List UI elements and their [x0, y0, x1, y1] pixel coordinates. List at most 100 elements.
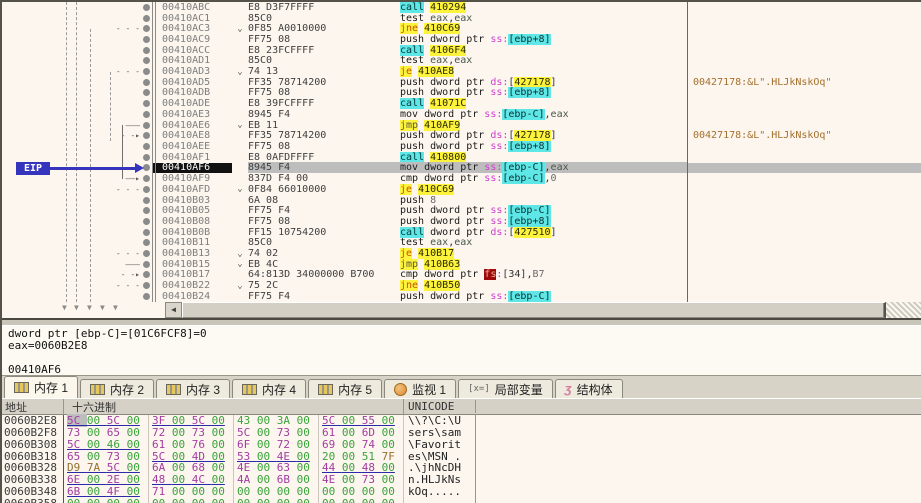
hex-byte[interactable]: 00 [212, 497, 225, 503]
disasm-row[interactable]: - - -00410AFD⌄0F84 66010000je 410C69 [2, 184, 921, 195]
breakpoint-dot[interactable] [143, 207, 150, 214]
tab-struct[interactable]: ʒ结构体 [555, 379, 623, 398]
breakpoint-dot[interactable] [143, 282, 150, 289]
hex-group[interactable]: 5C 00 55 00 [319, 415, 404, 427]
breakpoint-dot[interactable] [143, 239, 150, 246]
tab-locals[interactable]: [x=]局部变量 [458, 379, 553, 398]
disasm-row[interactable]: ———00410AE6⌄EB 11jmp 410AF9 [2, 120, 921, 131]
hex-group[interactable]: 5C 00 46 00 [64, 439, 149, 451]
dump-row[interactable]: 0060B3085C 00 46 0061 00 76 006F 00 72 0… [2, 439, 921, 451]
breakpoint-dot[interactable] [143, 47, 150, 54]
disasm-row[interactable]: - -▸00410B1764:813D 34000000 B700cmp dwo… [2, 270, 921, 281]
hex-byte[interactable]: 00 [257, 497, 277, 503]
hex-byte[interactable]: 00 [237, 497, 257, 503]
hex-group[interactable]: D9 7A 5C 00 [64, 462, 149, 474]
hex-group[interactable]: 3F 00 5C 00 [149, 415, 234, 427]
breakpoint-dot[interactable] [143, 164, 150, 171]
hex-byte[interactable]: 00 [87, 497, 107, 503]
breakpoint-dot[interactable] [143, 261, 150, 268]
disasm-row[interactable]: 00410AE38945 F4mov dword ptr ss:[ebp-C],… [2, 109, 921, 120]
dump-row[interactable]: 0060B31865 00 73 005C 00 4D 0053 00 4E 0… [2, 450, 921, 462]
hex-byte[interactable]: 00 [192, 497, 212, 503]
dump-panel[interactable]: 0060B2E85C 00 5C 003F 00 5C 0043 00 3A 0… [2, 415, 921, 503]
breakpoint-dot[interactable] [143, 197, 150, 204]
disasm-row[interactable]: 00410AF1E8 0AFDFFFFcall 410800 [2, 152, 921, 163]
breakpoint-dot[interactable] [143, 57, 150, 64]
hex-group[interactable]: 5C 00 5C 00 [64, 415, 149, 427]
hex-group[interactable]: 4E 00 73 00 [319, 474, 404, 486]
hex-group[interactable]: 00 00 00 00 [234, 486, 319, 498]
breakpoint-dot[interactable] [143, 4, 150, 11]
hex-group[interactable]: 5C 00 4D 00 [149, 450, 234, 462]
hex-group[interactable]: 4E 00 63 00 [234, 462, 319, 474]
hex-group[interactable]: 6B 00 4F 00 [64, 486, 149, 498]
disasm-row[interactable]: 00410ABCE8 D3F7FFFFcall 410294 [2, 2, 921, 13]
hex-group[interactable]: 48 00 4C 00 [149, 474, 234, 486]
h-scrollbar[interactable]: ▼ ▼ ▼ ▼ ▼ ◀ [2, 302, 921, 318]
hex-group[interactable]: 72 00 73 00 [149, 427, 234, 439]
breakpoint-dot[interactable] [143, 250, 150, 257]
hex-group[interactable]: 61 00 6D 00 [319, 427, 404, 439]
hex-byte[interactable]: 00 [382, 497, 395, 503]
disasm-row[interactable]: 00410B05FF75 F4push dword ptr ss:[ebp-C] [2, 205, 921, 216]
scroll-thumb[interactable] [182, 302, 886, 318]
tab-ram-3[interactable]: 内存 3 [156, 379, 230, 398]
disasm-row[interactable]: 00410B08FF75 08push dword ptr ss:[ebp+8] [2, 216, 921, 227]
disasm-row[interactable]: 00410B24FF75 F4push dword ptr ss:[ebp-C] [2, 291, 921, 302]
hex-group[interactable]: 6E 00 2E 00 [64, 474, 149, 486]
breakpoint-dot[interactable] [143, 229, 150, 236]
disasm-row[interactable]: 00410AC9FF75 08push dword ptr ss:[ebp+8] [2, 34, 921, 45]
disasm-row[interactable]: - -▸00410AE8FF35 78714200push dword ptr … [2, 130, 921, 141]
breakpoint-dot[interactable] [143, 25, 150, 32]
hex-group[interactable]: 00 00 00 00 [149, 497, 234, 503]
disasm-row[interactable]: ——▸00410AF9837D F4 00cmp dword ptr ss:[e… [2, 173, 921, 184]
disasm-row[interactable]: - - -00410B22⌄75 2Cjne 410B50 [2, 280, 921, 291]
hex-byte[interactable]: 00 [172, 497, 192, 503]
hex-group[interactable]: 00 00 00 00 [319, 486, 404, 498]
breakpoint-dot[interactable] [143, 68, 150, 75]
breakpoint-dot[interactable] [143, 143, 150, 150]
dump-row[interactable]: 0060B2E85C 00 5C 003F 00 5C 0043 00 3A 0… [2, 415, 921, 427]
disassembly-panel[interactable]: 00410ABCE8 D3F7FFFFcall 41029400410AC185… [2, 2, 921, 302]
hex-byte[interactable]: 00 [362, 497, 382, 503]
breakpoint-dot[interactable] [143, 132, 150, 139]
breakpoint-dot[interactable] [143, 175, 150, 182]
breakpoint-dot[interactable] [143, 271, 150, 278]
hex-byte[interactable]: 00 [67, 497, 87, 503]
hex-group[interactable]: 00 00 00 00 [319, 497, 404, 503]
hex-group[interactable]: 00 00 00 00 [64, 497, 149, 503]
dump-row[interactable]: 0060B3386E 00 2E 0048 00 4C 004A 00 6B 0… [2, 474, 921, 486]
disasm-row[interactable]: 00410B0BFF15 10754200call dword ptr ds:[… [2, 227, 921, 238]
breakpoint-dot[interactable] [143, 111, 150, 118]
dump-row[interactable]: 0060B2F873 00 65 0072 00 73 005C 00 73 0… [2, 427, 921, 439]
breakpoint-dot[interactable] [143, 186, 150, 193]
disasm-row[interactable]: - - -00410AC3⌄0F85 A0010000jne 410C69 [2, 23, 921, 34]
hex-byte[interactable]: 00 [322, 497, 342, 503]
disasm-row[interactable]: 00410B1185C0test eax,eax [2, 237, 921, 248]
hex-group[interactable]: 73 00 65 00 [64, 427, 149, 439]
breakpoint-dot[interactable] [143, 100, 150, 107]
disasm-row[interactable]: 00410ADEE8 39FCFFFFcall 41071C [2, 98, 921, 109]
disasm-row[interactable]: 00410AD5FF35 78714200push dword ptr ds:[… [2, 77, 921, 88]
hex-group[interactable]: 53 00 4E 00 [234, 450, 319, 462]
dump-row[interactable]: 0060B35800 00 00 0000 00 00 0000 00 00 0… [2, 497, 921, 503]
hex-group[interactable]: 43 00 3A 00 [234, 415, 319, 427]
hex-group[interactable]: 4A 00 6B 00 [234, 474, 319, 486]
hex-byte[interactable]: 00 [277, 497, 297, 503]
disasm-row[interactable]: 00410ACCE8 23FCFFFFcall 4106F4 [2, 45, 921, 56]
disasm-row[interactable]: 00410B036A 08push 8 [2, 195, 921, 206]
breakpoint-dot[interactable] [143, 122, 150, 129]
hex-group[interactable]: 71 00 00 00 [149, 486, 234, 498]
breakpoint-dot[interactable] [143, 79, 150, 86]
hex-group[interactable]: 44 00 48 00 [319, 462, 404, 474]
disasm-row[interactable]: 00410AEEFF75 08push dword ptr ss:[ebp+8] [2, 141, 921, 152]
dump-row[interactable]: 0060B3486B 00 4F 0071 00 00 0000 00 00 0… [2, 486, 921, 498]
hex-byte[interactable]: 00 [152, 497, 172, 503]
disasm-row[interactable]: 00410AD185C0test eax,eax [2, 56, 921, 67]
tab-ram-1[interactable]: 内存 1 [4, 376, 78, 398]
disasm-row[interactable]: - - -00410B13⌄74 02je 410B17 [2, 248, 921, 259]
disasm-row[interactable]: 00410AC185C0test eax,eax [2, 13, 921, 24]
tab-ram-4[interactable]: 内存 4 [232, 379, 306, 398]
hex-group[interactable]: 61 00 76 00 [149, 439, 234, 451]
hex-byte[interactable]: 00 [107, 497, 127, 503]
